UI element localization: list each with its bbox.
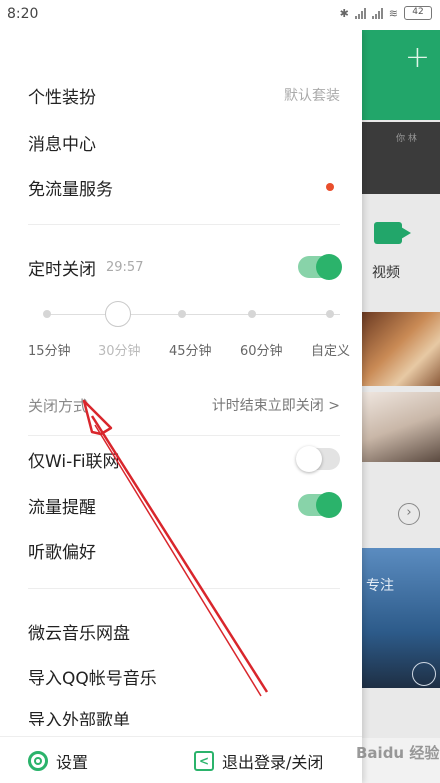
slider-option-label[interactable]: 30分钟 <box>98 340 141 359</box>
toggle-knob <box>316 492 342 518</box>
slider-stop[interactable] <box>248 310 256 318</box>
menu-item-value: 计时结束立即关闭 > <box>211 398 340 414</box>
menu-item-label: 免流量服务 <box>28 179 113 200</box>
menu-item-label: 微云音乐网盘 <box>28 623 130 644</box>
divider <box>28 588 340 589</box>
menu-item-label: 听歌偏好 <box>28 542 96 563</box>
menu-item-import-external[interactable]: 导入外部歌单 <box>28 706 340 726</box>
menu-item-data-reminder[interactable]: 流量提醒 <box>28 490 342 520</box>
status-icons: ✱ ≋ 42 <box>340 6 432 20</box>
status-time: 8:20 <box>7 6 39 22</box>
menu-item-label: 个性装扮 <box>28 87 96 108</box>
chevron-right-icon[interactable]: › <box>398 503 420 525</box>
plus-icon[interactable]: + <box>405 40 430 75</box>
video-label[interactable]: 视频 <box>372 262 400 282</box>
background-banner-text: 你 林 <box>396 134 417 144</box>
background-photo[interactable] <box>362 312 440 386</box>
menu-item-label: 导入QQ帐号音乐 <box>28 668 157 689</box>
menu-item-theme[interactable]: 个性装扮 默认套装 <box>28 80 340 110</box>
menu-item-weiyun[interactable]: 微云音乐网盘 <box>28 616 340 646</box>
slider-track <box>46 314 340 315</box>
wifi-only-toggle[interactable] <box>296 446 340 472</box>
slider-option-label[interactable]: 自定义 <box>311 340 350 359</box>
sleep-timer-toggle[interactable] <box>298 254 342 280</box>
menu-item-message-center[interactable]: 消息中心 <box>28 127 340 157</box>
timer-remaining: 29:57 <box>106 259 144 275</box>
play-icon[interactable] <box>412 662 436 686</box>
battery-icon: 42 <box>404 6 432 20</box>
menu-item-close-mode[interactable]: 关闭方式 计时结束立即关闭 > <box>28 390 340 420</box>
background-photo[interactable] <box>362 392 440 462</box>
exit-icon: < <box>194 751 214 771</box>
toggle-knob <box>296 446 322 472</box>
data-reminder-toggle[interactable] <box>298 492 342 518</box>
divider <box>28 435 340 436</box>
divider <box>28 224 340 225</box>
video-icon[interactable] <box>374 222 411 244</box>
logout-label: 退出登录/关闭 <box>222 753 324 772</box>
side-drawer: 个性装扮 默认套装 消息中心 免流量服务 定时关闭 29:57 15分钟 30分… <box>0 30 362 783</box>
watermark: Baidu 经验 <box>356 744 440 762</box>
notification-dot <box>326 183 334 191</box>
menu-item-listening-prefs[interactable]: 听歌偏好 <box>28 535 340 565</box>
status-bar: 8:20 ✱ ≋ 42 <box>0 0 440 30</box>
logout-button[interactable]: < 退出登录/关闭 <box>194 749 323 773</box>
background-app: + 你 林 视频 › 专注 <box>362 0 440 783</box>
slider-stop[interactable] <box>178 310 186 318</box>
slider-option-label[interactable]: 15分钟 <box>28 340 71 359</box>
menu-item-wifi-only[interactable]: 仅Wi-Fi联网 <box>28 444 340 474</box>
wifi-icon: ≋ <box>388 6 398 20</box>
menu-item-label: 仅Wi-Fi联网 <box>28 451 120 472</box>
settings-button[interactable]: 设置 <box>28 749 88 773</box>
toggle-knob <box>316 254 342 280</box>
menu-item-sleep-timer[interactable]: 定时关闭 29:57 <box>28 252 342 282</box>
menu-item-label: 流量提醒 <box>28 497 96 518</box>
bluetooth-icon: ✱ <box>339 6 349 20</box>
timer-slider[interactable]: 15分钟 30分钟 45分钟 60分钟 自定义 <box>28 300 354 370</box>
slider-option-label[interactable]: 60分钟 <box>240 340 283 359</box>
slider-stop[interactable] <box>326 310 334 318</box>
slider-stop[interactable] <box>43 310 51 318</box>
gear-icon <box>28 751 48 771</box>
menu-item-value: 默认套装 <box>284 88 340 104</box>
slider-thumb[interactable] <box>105 301 131 327</box>
menu-item-label: 消息中心 <box>28 134 96 155</box>
signal-icon-2 <box>371 7 383 19</box>
menu-item-label: 定时关闭 <box>28 259 96 280</box>
menu-item-free-data[interactable]: 免流量服务 <box>28 172 340 202</box>
drawer-footer: 设置 < 退出登录/关闭 <box>0 736 362 783</box>
background-banner <box>362 122 440 194</box>
settings-label: 设置 <box>56 753 89 772</box>
menu-item-label: 导入外部歌单 <box>28 711 130 726</box>
signal-icon <box>354 7 366 19</box>
background-poster-text: 专注 <box>366 578 394 594</box>
slider-option-label[interactable]: 45分钟 <box>169 340 212 359</box>
menu-item-import-qq[interactable]: 导入QQ帐号音乐 <box>28 661 340 691</box>
menu-item-label: 关闭方式 <box>28 396 89 415</box>
